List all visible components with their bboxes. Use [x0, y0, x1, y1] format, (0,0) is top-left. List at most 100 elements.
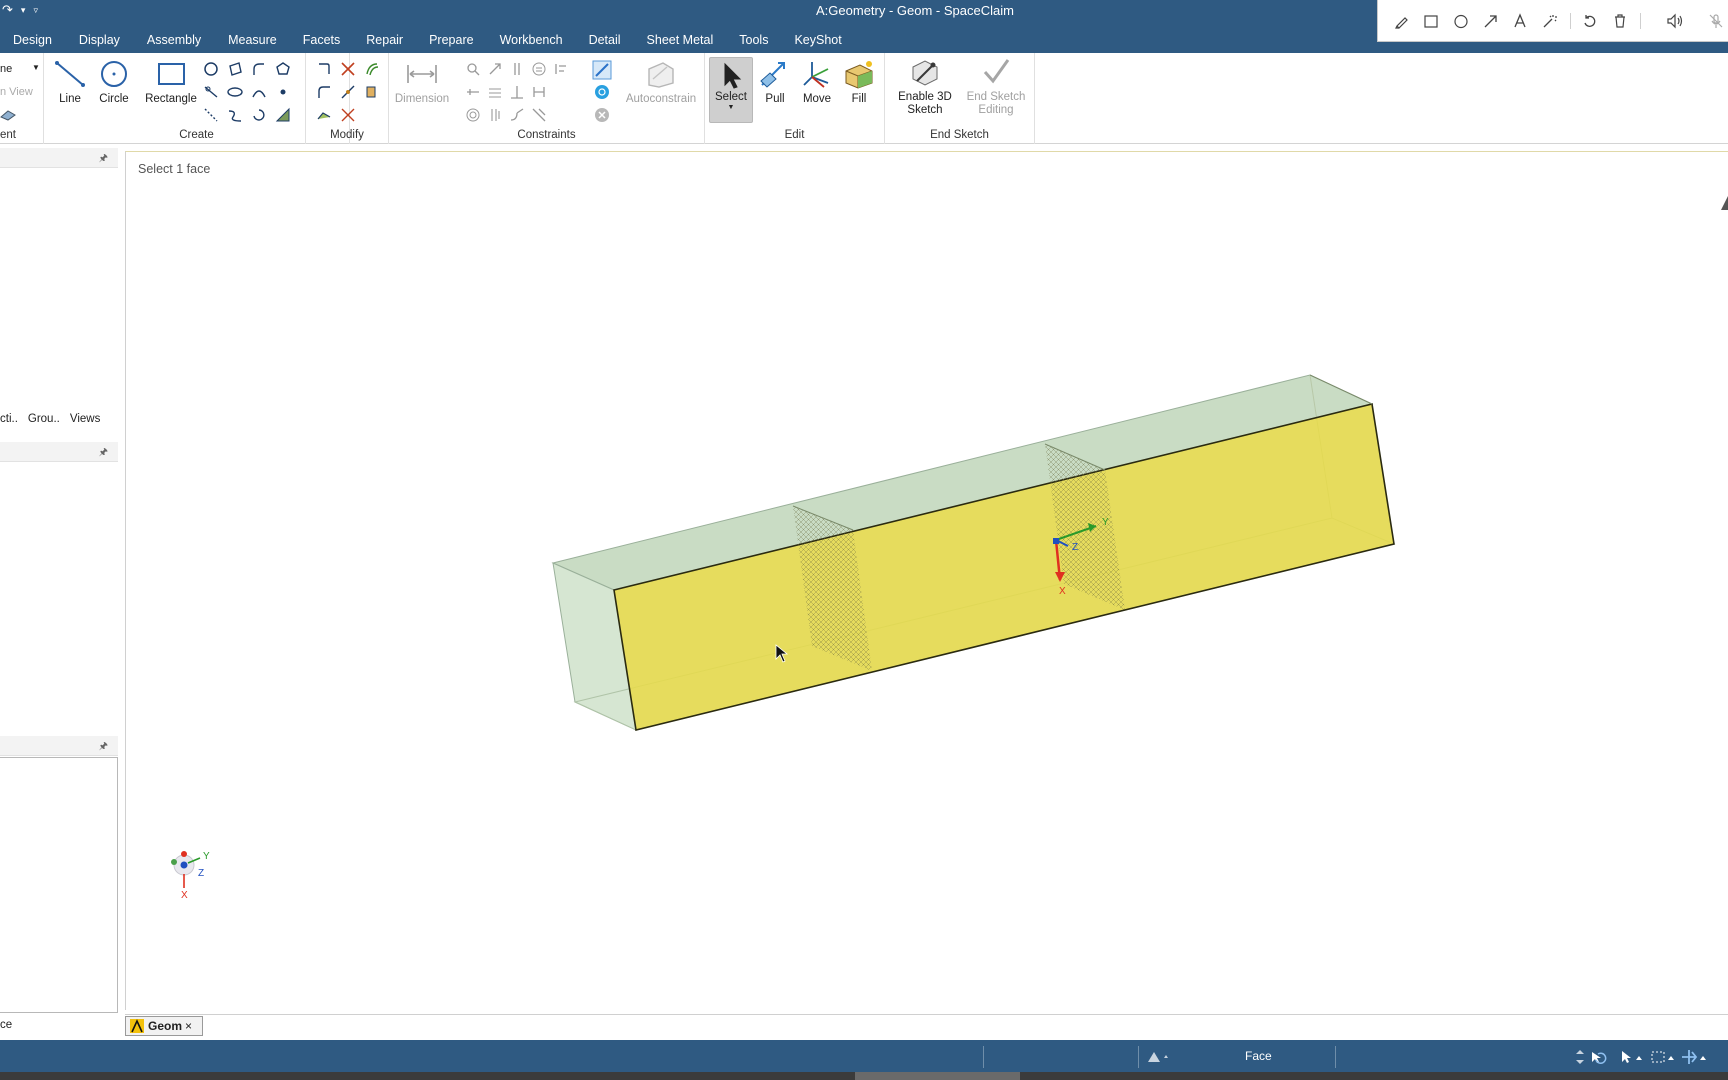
scale-curve-icon[interactable]: [340, 107, 356, 123]
menu-facets[interactable]: Facets: [303, 30, 341, 52]
show-constraints-icon[interactable]: [592, 60, 612, 80]
plan-view-button[interactable]: n View: [0, 86, 33, 98]
horizontal-icon[interactable]: [465, 84, 481, 100]
menu-prepare[interactable]: Prepare: [429, 30, 473, 52]
coincident-icon[interactable]: [487, 61, 503, 77]
box-select-icon[interactable]: [1651, 1051, 1665, 1063]
tab-selection[interactable]: cti..: [0, 411, 22, 431]
ellipse-sketch-icon[interactable]: [227, 84, 243, 100]
horizontal-scrollbar[interactable]: [0, 1072, 1728, 1080]
offset-curve-icon[interactable]: [364, 61, 380, 77]
trim-away-icon[interactable]: [340, 61, 356, 77]
chevron-up-icon[interactable]: [1668, 1056, 1674, 1060]
pencil-icon[interactable]: [1390, 9, 1414, 33]
tangent-line-icon[interactable]: [203, 84, 219, 100]
create-rounded-corner-icon[interactable]: [316, 84, 332, 100]
box-body[interactable]: [551, 374, 1396, 731]
chevron-down-icon[interactable]: ▼: [32, 63, 40, 72]
redo-icon[interactable]: ↷: [2, 2, 13, 20]
pin-icon[interactable]: 🖈: [99, 151, 108, 168]
constraint-settings-icon[interactable]: [594, 84, 610, 100]
project-icon[interactable]: [364, 84, 380, 100]
parallel-icon[interactable]: [509, 61, 525, 77]
redo-dropdown-icon[interactable]: ▾: [21, 2, 26, 20]
navigation-icon[interactable]: [1682, 1050, 1698, 1064]
spinner-icon[interactable]: [1576, 1050, 1584, 1064]
split-curve-icon[interactable]: [340, 84, 356, 100]
bend-icon[interactable]: [316, 107, 332, 123]
select-mode-icon[interactable]: [1622, 1051, 1631, 1063]
tangent-arc-icon[interactable]: [251, 61, 267, 77]
microphone-off-icon[interactable]: [1704, 9, 1728, 33]
polygon-sketch-icon[interactable]: [275, 61, 291, 77]
distance-icon[interactable]: [487, 84, 503, 100]
sweep-arc-icon[interactable]: [251, 107, 267, 123]
menu-detail[interactable]: Detail: [589, 30, 621, 52]
fix-constraint-icon[interactable]: [465, 61, 481, 77]
menu-measure[interactable]: Measure: [228, 30, 277, 52]
equal-icon[interactable]: [531, 61, 547, 77]
autoconstrain-tool[interactable]: Autoconstrain: [621, 59, 701, 106]
construction-line-icon[interactable]: [203, 107, 219, 123]
tab-views[interactable]: Views: [70, 411, 104, 431]
three-point-arc-icon[interactable]: [251, 84, 267, 100]
chevron-up-icon[interactable]: [1700, 1056, 1706, 1060]
menu-tools[interactable]: Tools: [739, 30, 768, 52]
create-corner-icon[interactable]: [316, 61, 332, 77]
point-icon[interactable]: [275, 84, 291, 100]
select-tool[interactable]: Select ▼: [709, 57, 753, 123]
select-dropdown-icon[interactable]: ▼: [728, 104, 735, 111]
vertical-icon[interactable]: [487, 107, 503, 123]
customize-qat-icon[interactable]: ▿: [33, 2, 38, 20]
layout-icon[interactable]: [0, 105, 16, 121]
concentric-icon[interactable]: [465, 107, 481, 123]
model-canvas[interactable]: Y Z X Y Z X: [126, 152, 1728, 1011]
enable-3d-sketch-button[interactable]: Enable 3D Sketch: [891, 57, 959, 117]
dimension-tool[interactable]: Dimension: [395, 59, 449, 106]
chevron-up-icon[interactable]: [1636, 1056, 1642, 1060]
menu-keyshot[interactable]: KeyShot: [794, 30, 841, 52]
pull-tool[interactable]: Pull: [755, 59, 795, 106]
three-point-rectangle-icon[interactable]: [227, 61, 243, 77]
ellipse-icon[interactable]: [1449, 9, 1473, 33]
tab-geom[interactable]: Geom ×: [125, 1016, 203, 1036]
spline-icon[interactable]: [227, 107, 243, 123]
delete-constraints-icon[interactable]: [594, 107, 610, 123]
move-tool[interactable]: Move: [797, 59, 837, 106]
view-cube[interactable]: Y Z X: [171, 851, 210, 901]
pin-icon[interactable]: 🖈: [99, 739, 108, 756]
arrow-icon[interactable]: [1479, 9, 1503, 33]
align-left-icon[interactable]: [553, 61, 569, 77]
previous-selection-icon[interactable]: [1146, 1050, 1170, 1064]
pin-icon[interactable]: 🖈: [99, 445, 108, 462]
tangent-icon[interactable]: [509, 107, 525, 123]
menu-design[interactable]: Design: [13, 30, 52, 52]
menu-repair[interactable]: Repair: [366, 30, 403, 52]
line-tool[interactable]: Line: [50, 59, 90, 106]
close-tab-icon[interactable]: ×: [185, 1019, 192, 1033]
selection-filter[interactable]: Face: [1245, 1049, 1272, 1063]
polygon-icon[interactable]: [203, 61, 219, 77]
magic-wand-icon[interactable]: [1538, 9, 1562, 33]
menu-assembly[interactable]: Assembly: [147, 30, 201, 52]
plane-dropdown[interactable]: ne: [0, 63, 12, 75]
undo-icon[interactable]: [1579, 9, 1603, 33]
speaker-icon[interactable]: [1663, 9, 1687, 33]
menu-sheet-metal[interactable]: Sheet Metal: [647, 30, 714, 52]
trash-icon[interactable]: [1608, 9, 1632, 33]
perpendicular-icon[interactable]: [509, 84, 525, 100]
tab-groups[interactable]: Grou..: [28, 411, 64, 431]
text-icon[interactable]: [1508, 9, 1532, 33]
rectangle-tool[interactable]: Rectangle: [138, 59, 204, 106]
menu-workbench[interactable]: Workbench: [500, 30, 563, 52]
midpoint-icon[interactable]: [531, 107, 547, 123]
scrollbar-thumb[interactable]: [855, 1072, 1020, 1080]
symmetric-icon[interactable]: [531, 84, 547, 100]
face-curve-icon[interactable]: [275, 107, 291, 123]
menu-display[interactable]: Display: [79, 30, 120, 52]
end-sketch-editing-button[interactable]: End Sketch Editing: [961, 57, 1031, 117]
rectangle-icon[interactable]: [1420, 9, 1444, 33]
fill-tool[interactable]: Fill: [839, 59, 879, 106]
circle-tool[interactable]: Circle: [92, 59, 136, 106]
graphics-viewport[interactable]: Select 1 face Y Z X Y Z X: [125, 151, 1728, 1010]
